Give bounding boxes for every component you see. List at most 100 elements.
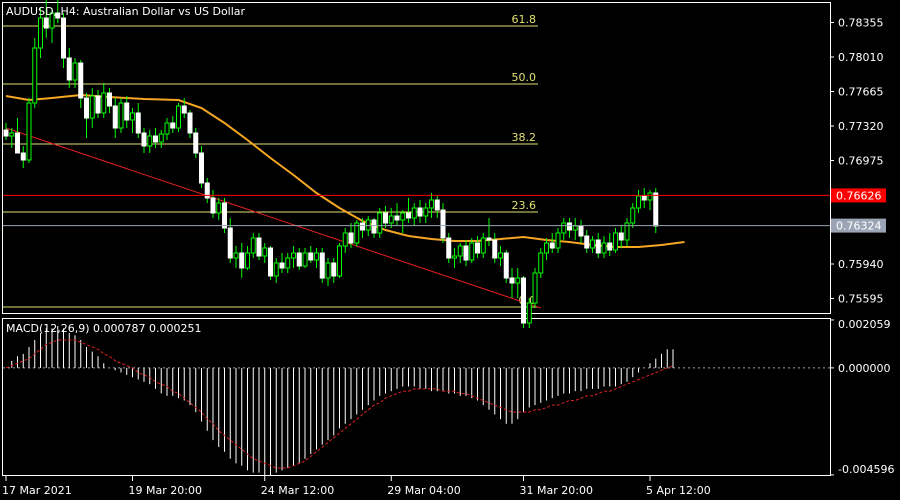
candle-42 xyxy=(245,246,250,270)
moving-average-group xyxy=(5,93,685,248)
candle-body-49 xyxy=(285,257,291,269)
candle-25 xyxy=(147,130,153,153)
candle-body-79 xyxy=(457,245,463,257)
candle-76 xyxy=(440,203,446,243)
candle-body-105 xyxy=(607,242,613,251)
candle-95 xyxy=(549,233,555,253)
candle-24 xyxy=(141,128,147,153)
candle-body-107 xyxy=(618,232,624,241)
candle-41 xyxy=(239,243,245,278)
candle-body-0 xyxy=(3,129,9,137)
candle-106 xyxy=(613,228,618,253)
candle-48 xyxy=(279,253,285,273)
candle-38 xyxy=(222,198,227,233)
candle-22 xyxy=(130,108,135,133)
candle-66 xyxy=(383,206,388,228)
candle-40 xyxy=(233,246,239,268)
candle-body-3 xyxy=(20,152,26,161)
candle-50 xyxy=(291,246,296,268)
candle-body-86 xyxy=(498,252,503,259)
symbol-title: AUDUSD, H4: Australian Dollar vs US Doll… xyxy=(6,5,246,18)
candle-body-106 xyxy=(613,232,618,251)
candle-113 xyxy=(653,188,659,233)
candle-body-14 xyxy=(84,97,89,119)
candle-body-10 xyxy=(61,17,66,59)
candle-17 xyxy=(101,83,107,118)
candle-91 xyxy=(526,298,532,328)
candle-107 xyxy=(618,226,624,248)
candle-body-2 xyxy=(15,132,20,154)
candle-body-77 xyxy=(446,237,452,259)
time-tick-label-2: 24 Mar 12:00 xyxy=(261,484,334,497)
candles-group xyxy=(3,0,659,328)
candle-96 xyxy=(555,228,561,253)
candle-body-87 xyxy=(503,252,509,279)
candlestick-chart: 61.850.038.223.60.0 0.766260.76324 0.783… xyxy=(2,0,894,497)
candle-97 xyxy=(561,218,567,240)
candle-body-11 xyxy=(66,57,72,81)
chart-root: 61.8 50.0 38.2 23.6 0.0 0.76626 0.76324 0.783… xyxy=(0,0,900,500)
candle-body-74 xyxy=(429,199,434,209)
candle-29 xyxy=(170,116,176,133)
macd-panel-frame xyxy=(2,318,831,476)
candle-body-18 xyxy=(107,92,112,107)
candle-16 xyxy=(95,90,101,118)
candle-65 xyxy=(377,208,383,238)
candle-body-65 xyxy=(377,212,383,234)
candle-body-15 xyxy=(89,95,95,119)
candle-body-30 xyxy=(176,105,181,129)
candle-body-6 xyxy=(38,17,43,49)
candle-99 xyxy=(572,218,578,240)
candle-61 xyxy=(354,220,360,246)
candle-4 xyxy=(26,98,32,163)
candle-102 xyxy=(590,236,595,253)
candle-body-1 xyxy=(9,132,15,137)
candle-body-84 xyxy=(486,237,492,241)
candle-79 xyxy=(457,243,463,263)
candle-body-21 xyxy=(124,102,130,121)
candle-body-41 xyxy=(239,252,245,269)
candle-body-72 xyxy=(417,207,423,217)
candle-27 xyxy=(158,130,164,148)
candle-body-7 xyxy=(43,17,49,29)
candle-body-95 xyxy=(549,242,555,249)
price-tag-label-0: 0.76626 xyxy=(836,189,882,202)
candle-35 xyxy=(204,178,210,203)
candle-body-81 xyxy=(469,242,475,261)
candle-94 xyxy=(544,238,549,260)
candle-body-43 xyxy=(250,237,256,254)
candle-14 xyxy=(84,93,89,138)
candle-93 xyxy=(538,248,544,278)
candle-body-85 xyxy=(492,239,498,259)
candle-body-91 xyxy=(526,302,532,324)
price-tick-label-6: 0.75595 xyxy=(838,293,884,306)
candle-body-93 xyxy=(538,252,544,274)
candle-98 xyxy=(567,218,572,238)
candle-body-34 xyxy=(199,152,204,184)
candle-64 xyxy=(371,218,377,238)
candle-body-50 xyxy=(291,252,296,259)
candle-body-20 xyxy=(118,102,124,129)
candle-55 xyxy=(319,248,325,283)
candle-body-103 xyxy=(595,239,601,254)
candle-body-25 xyxy=(147,135,153,147)
candle-body-71 xyxy=(411,207,417,219)
candle-36 xyxy=(210,190,216,218)
candle-body-52 xyxy=(302,252,308,267)
candle-body-73 xyxy=(423,207,429,217)
fib-label-3: 23.6 xyxy=(512,199,537,212)
time-tick-label-3: 29 Mar 04:00 xyxy=(387,484,460,497)
macd-tick-label-1: 0.000000 xyxy=(838,362,891,375)
candle-78 xyxy=(452,248,457,268)
candle-body-59 xyxy=(342,232,348,247)
candle-body-33 xyxy=(193,132,199,154)
candle-39 xyxy=(227,218,233,263)
candle-59 xyxy=(342,228,348,253)
price-tick-label-5: 0.75940 xyxy=(838,258,884,271)
candle-56 xyxy=(325,258,331,286)
candle-body-5 xyxy=(32,47,38,104)
candle-105 xyxy=(607,233,613,256)
candle-body-90 xyxy=(521,277,526,324)
candle-body-70 xyxy=(406,212,411,219)
candle-69 xyxy=(400,210,406,233)
